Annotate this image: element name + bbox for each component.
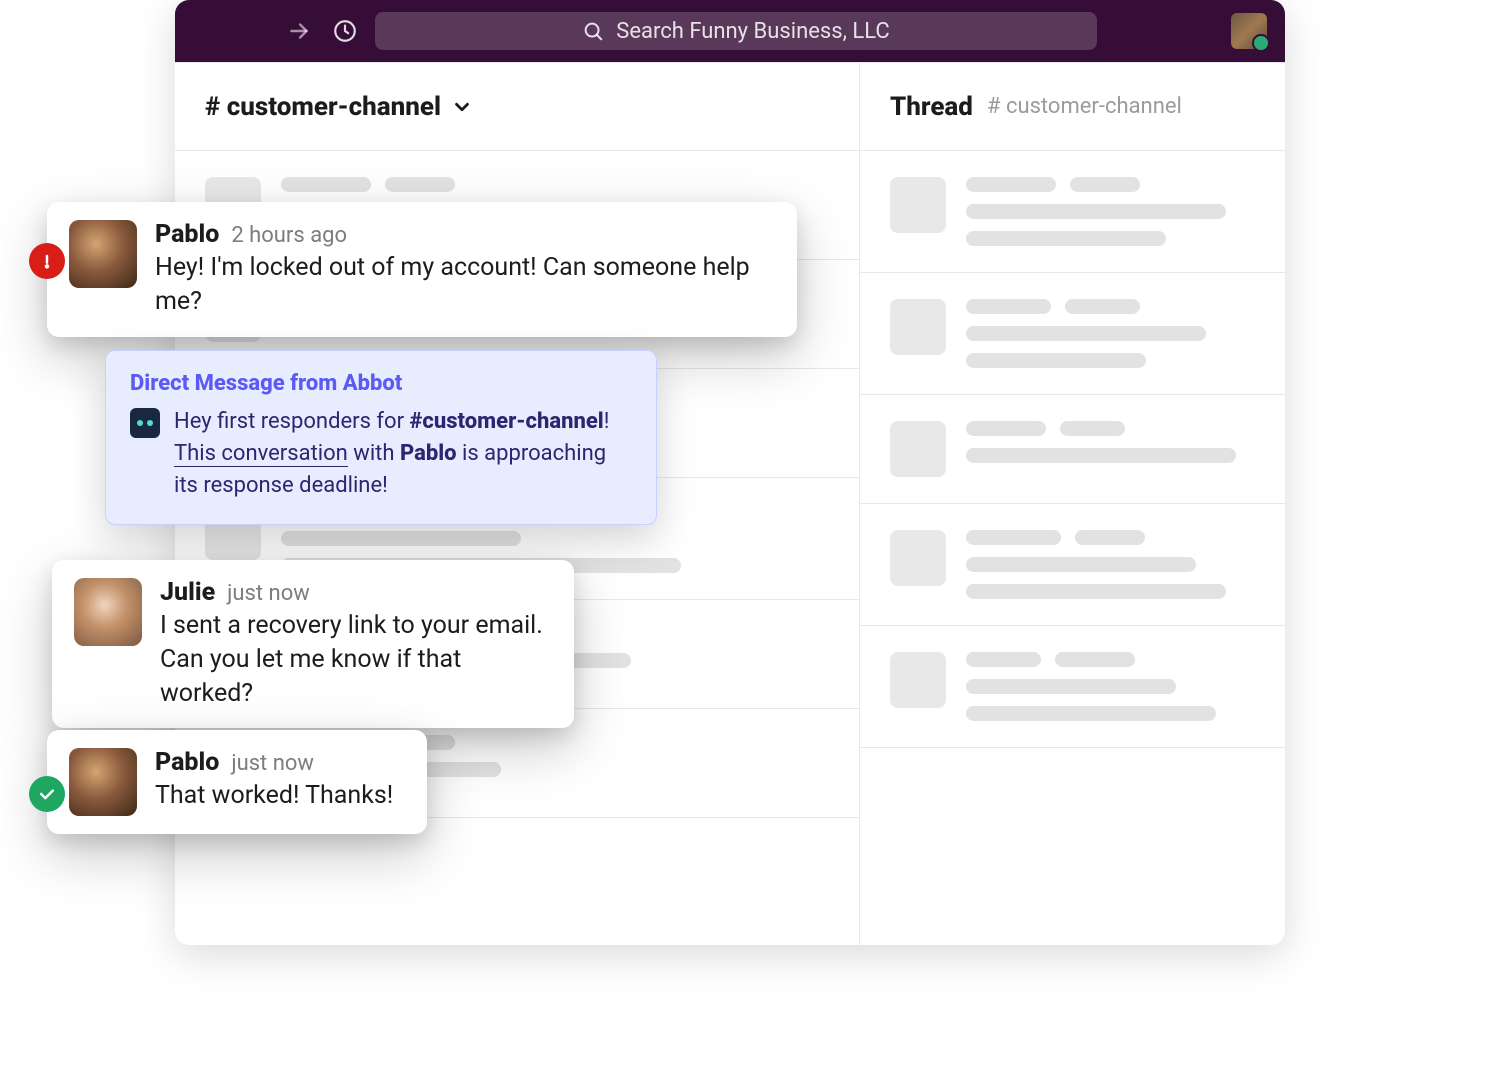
- message-card[interactable]: Julie just now I sent a recovery link to…: [52, 560, 574, 728]
- abbot-title: Direct Message from Abbot: [130, 371, 632, 396]
- search-bar[interactable]: Search Funny Business, LLC: [375, 12, 1097, 50]
- message-author: Pablo: [155, 220, 219, 249]
- message-card[interactable]: Pablo just now That worked! Thanks!: [47, 730, 427, 834]
- channel-name: # customer-channel: [205, 92, 441, 122]
- message-author: Pablo: [155, 748, 219, 777]
- skeleton-row: [860, 151, 1285, 273]
- abbot-message-text: Hey first responders for #customer-chann…: [174, 406, 632, 502]
- abbot-notification[interactable]: Direct Message from Abbot Hey first resp…: [105, 350, 657, 525]
- top-bar: Search Funny Business, LLC: [175, 0, 1285, 62]
- message-author: Julie: [160, 578, 215, 607]
- thread-channel-ref[interactable]: # customer-channel: [987, 94, 1182, 119]
- check-icon: [37, 784, 57, 804]
- message-text: I sent a recovery link to your email. Ca…: [160, 609, 552, 710]
- message-timestamp: just now: [227, 581, 310, 606]
- skeleton-row: [860, 504, 1285, 626]
- success-badge: [29, 776, 65, 812]
- search-placeholder: Search Funny Business, LLC: [616, 19, 889, 44]
- skeleton-row: [860, 626, 1285, 748]
- channel-header[interactable]: # customer-channel: [175, 63, 859, 151]
- search-icon: [582, 20, 604, 42]
- arrow-right-icon: [286, 18, 312, 44]
- abbot-bot-icon: [130, 408, 160, 438]
- avatar: [74, 578, 142, 646]
- alert-badge: [29, 243, 65, 279]
- nav-forward-button[interactable]: [283, 15, 315, 47]
- clock-icon: [332, 18, 358, 44]
- message-timestamp: just now: [231, 751, 314, 776]
- chevron-down-icon: [451, 96, 473, 118]
- history-button[interactable]: [329, 15, 361, 47]
- message-text: Hey! I'm locked out of my account! Can s…: [155, 251, 775, 319]
- thread-header: Thread # customer-channel: [860, 63, 1285, 151]
- message-card[interactable]: Pablo 2 hours ago Hey! I'm locked out of…: [47, 202, 797, 337]
- message-text: That worked! Thanks!: [155, 779, 393, 813]
- abbot-conversation-link[interactable]: This conversation: [174, 441, 348, 467]
- thread-list-skeleton: [860, 151, 1285, 945]
- skeleton-row: [860, 395, 1285, 504]
- avatar: [69, 748, 137, 816]
- user-avatar[interactable]: [1231, 13, 1267, 49]
- exclamation-icon: [37, 251, 57, 271]
- avatar: [69, 220, 137, 288]
- thread-column: Thread # customer-channel: [860, 63, 1285, 945]
- thread-title: Thread: [890, 92, 973, 122]
- message-timestamp: 2 hours ago: [231, 223, 347, 248]
- skeleton-row: [860, 273, 1285, 395]
